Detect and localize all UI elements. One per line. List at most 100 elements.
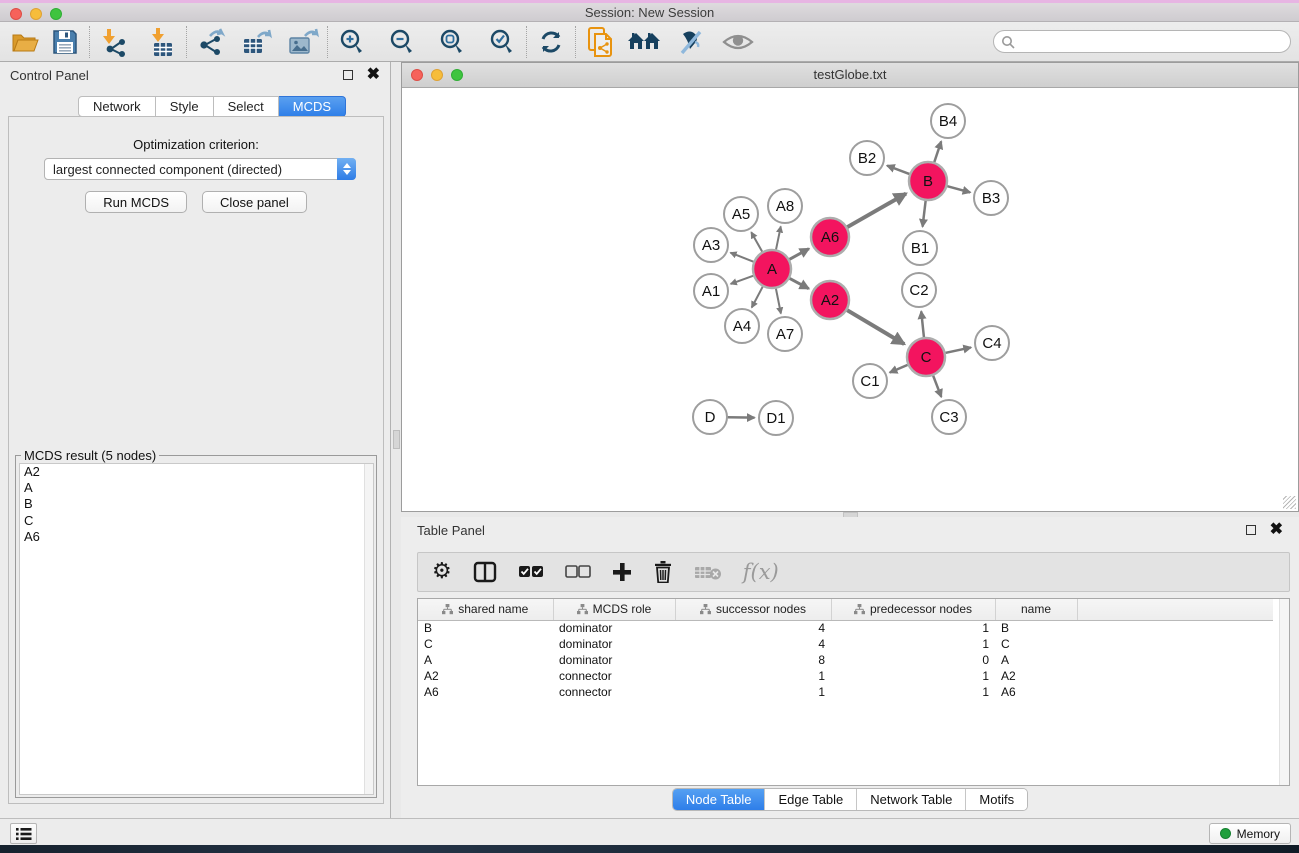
tab-network[interactable]: Network (78, 96, 156, 117)
edge-C-C3[interactable] (933, 375, 942, 397)
edge-A-A6[interactable] (789, 249, 809, 260)
column-header-predecessor-nodes[interactable]: predecessor nodes (831, 599, 995, 620)
save-session-icon[interactable] (48, 25, 82, 59)
node-A6[interactable]: A6 (811, 218, 849, 256)
edge-C-C1[interactable] (890, 364, 909, 372)
table-cell[interactable]: A2 (995, 668, 1077, 684)
network-window-titlebar[interactable]: testGlobe.txt (402, 63, 1298, 88)
table-cell[interactable]: dominator (553, 620, 675, 636)
zoom-fit-icon[interactable] (435, 25, 469, 59)
float-panel-icon[interactable] (343, 70, 353, 80)
node-B4[interactable]: B4 (931, 104, 965, 138)
export-image-icon[interactable] (286, 25, 320, 59)
table-cell[interactable]: 0 (831, 652, 995, 668)
vertical-split-handle[interactable] (393, 430, 400, 449)
edge-B-B3[interactable] (946, 186, 970, 192)
table-cell[interactable]: C (418, 636, 553, 652)
zoom-in-icon[interactable] (335, 25, 369, 59)
close-panel-button[interactable]: Close panel (202, 191, 307, 213)
node-A8[interactable]: A8 (768, 189, 802, 223)
float-table-panel-icon[interactable] (1246, 525, 1256, 535)
table-cell[interactable]: 1 (831, 620, 995, 636)
import-network-icon[interactable] (97, 25, 131, 59)
table-cell[interactable]: dominator (553, 652, 675, 668)
memory-button[interactable]: Memory (1209, 823, 1291, 844)
table-row[interactable]: Adominator80A (418, 652, 1273, 668)
table-cell[interactable]: B (995, 620, 1077, 636)
table-cell[interactable]: A6 (995, 684, 1077, 700)
table-row[interactable]: A6connector11A6 (418, 684, 1273, 700)
table-cell[interactable]: A6 (418, 684, 553, 700)
table-cell[interactable]: 8 (675, 652, 831, 668)
column-header-shared-name[interactable]: shared name (418, 599, 553, 620)
search-input[interactable] (1019, 33, 1290, 51)
edge-C-C4[interactable] (945, 347, 971, 353)
export-table-icon[interactable] (240, 25, 274, 59)
zoom-out-icon[interactable] (385, 25, 419, 59)
table-cell[interactable]: 4 (675, 620, 831, 636)
edge-B-B2[interactable] (887, 166, 910, 175)
result-list-scrollbar[interactable] (364, 464, 373, 794)
node-C4[interactable]: C4 (975, 326, 1009, 360)
window-resize-grip[interactable] (1283, 496, 1296, 509)
run-mcds-button[interactable]: Run MCDS (85, 191, 187, 213)
column-header-successor-nodes[interactable]: successor nodes (675, 599, 831, 620)
delete-column-icon[interactable] (653, 557, 673, 587)
node-A1[interactable]: A1 (694, 274, 728, 308)
node-C1[interactable]: C1 (853, 364, 887, 398)
open-session-icon[interactable] (8, 25, 42, 59)
node-C3[interactable]: C3 (932, 400, 966, 434)
table-cell[interactable]: 1 (675, 684, 831, 700)
edge-A-A2[interactable] (789, 278, 809, 289)
task-history-button[interactable] (10, 823, 37, 844)
table-cell[interactable]: C (995, 636, 1077, 652)
network-canvas[interactable]: B4B2BB3A8A5A6A3B1AC2A1A2A4A7C4CC1DD1C3 (402, 88, 1298, 511)
node-C2[interactable]: C2 (902, 273, 936, 307)
node-A[interactable]: A (753, 250, 791, 288)
apply-layout-icon[interactable] (534, 25, 568, 59)
tab-select[interactable]: Select (214, 96, 279, 117)
result-list-item[interactable]: A6 (20, 529, 373, 545)
column-header-name[interactable]: name (995, 599, 1077, 620)
criterion-dropdown[interactable]: largest connected component (directed) (44, 158, 356, 180)
deselect-all-icon[interactable] (565, 557, 591, 587)
table-cell[interactable]: connector (553, 668, 675, 684)
table-row[interactable]: Bdominator41B (418, 620, 1273, 636)
network-graph[interactable]: B4B2BB3A8A5A6A3B1AC2A1A2A4A7C4CC1DD1C3 (402, 88, 1298, 511)
select-all-icon[interactable] (518, 557, 544, 587)
edge-A-A7[interactable] (776, 288, 781, 314)
table-scrollbar[interactable] (1279, 599, 1289, 785)
export-network-icon[interactable] (194, 25, 228, 59)
table-cell[interactable]: 1 (675, 668, 831, 684)
clone-network-icon[interactable] (583, 25, 617, 59)
node-B[interactable]: B (909, 162, 947, 200)
tab-node-table[interactable]: Node Table (673, 789, 765, 810)
result-list-item[interactable]: B (20, 496, 373, 512)
table-cell[interactable]: 1 (831, 636, 995, 652)
table-cell[interactable]: A (995, 652, 1077, 668)
node-A3[interactable]: A3 (694, 228, 728, 262)
edge-C-C2[interactable] (921, 311, 924, 338)
tab-network-table[interactable]: Network Table (856, 789, 965, 810)
add-column-icon[interactable] (612, 557, 632, 587)
table-cell[interactable]: A (418, 652, 553, 668)
node-B3[interactable]: B3 (974, 181, 1008, 215)
node-B2[interactable]: B2 (850, 141, 884, 175)
edge-A-A1[interactable] (731, 275, 754, 283)
node-A5[interactable]: A5 (724, 197, 758, 231)
edge-A6-B[interactable] (846, 194, 906, 228)
neighborhood-icon[interactable] (627, 25, 661, 59)
node-C[interactable]: C (907, 338, 945, 376)
result-list-item[interactable]: A2 (20, 464, 373, 480)
table-cell[interactable]: 4 (675, 636, 831, 652)
edge-A-A5[interactable] (751, 232, 762, 252)
table-cell[interactable]: 1 (831, 684, 995, 700)
close-panel-icon[interactable]: ✖ (367, 70, 380, 80)
column-header-MCDS-role[interactable]: MCDS role (553, 599, 675, 620)
result-list-item[interactable]: C (20, 513, 373, 529)
table-cell[interactable]: connector (553, 684, 675, 700)
tab-mcds[interactable]: MCDS (279, 96, 346, 117)
table-row[interactable]: Cdominator41C (418, 636, 1273, 652)
show-columns-icon[interactable] (473, 557, 497, 587)
edge-A-A4[interactable] (752, 286, 763, 308)
